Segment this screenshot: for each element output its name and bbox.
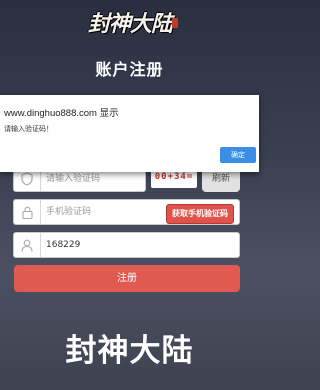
username-value: 168229	[46, 240, 81, 250]
footer-brand-title: 封神大陆	[65, 333, 194, 369]
lock-icon	[14, 200, 41, 224]
username-row: 168229	[13, 232, 240, 258]
page-title: 账户注册	[95, 60, 164, 79]
brand-logo: 封神大陆	[88, 6, 178, 42]
phone-code-row: 手机验证码 获取手机验证码	[13, 199, 240, 225]
dialog-ok-button[interactable]: 确定	[220, 147, 256, 163]
alert-dialog: www.dinghuo888.com 显示 请输入验证码！ 确定	[0, 95, 259, 172]
get-sms-code-button[interactable]: 获取手机验证码	[166, 204, 234, 224]
phone-code-placeholder: 手机验证码	[46, 207, 92, 217]
logo-seal	[172, 18, 178, 28]
register-button[interactable]: 注册	[14, 265, 240, 292]
user-icon	[14, 233, 41, 257]
dialog-message: 请输入验证码！	[4, 125, 53, 133]
brand-logo-text: 封神大陆	[88, 11, 173, 37]
phone-code-input[interactable]: 手机验证码 获取手机验证码	[13, 199, 240, 225]
dialog-origin: www.dinghuo888.com 显示	[4, 108, 119, 119]
username-input[interactable]: 168229	[13, 232, 240, 258]
